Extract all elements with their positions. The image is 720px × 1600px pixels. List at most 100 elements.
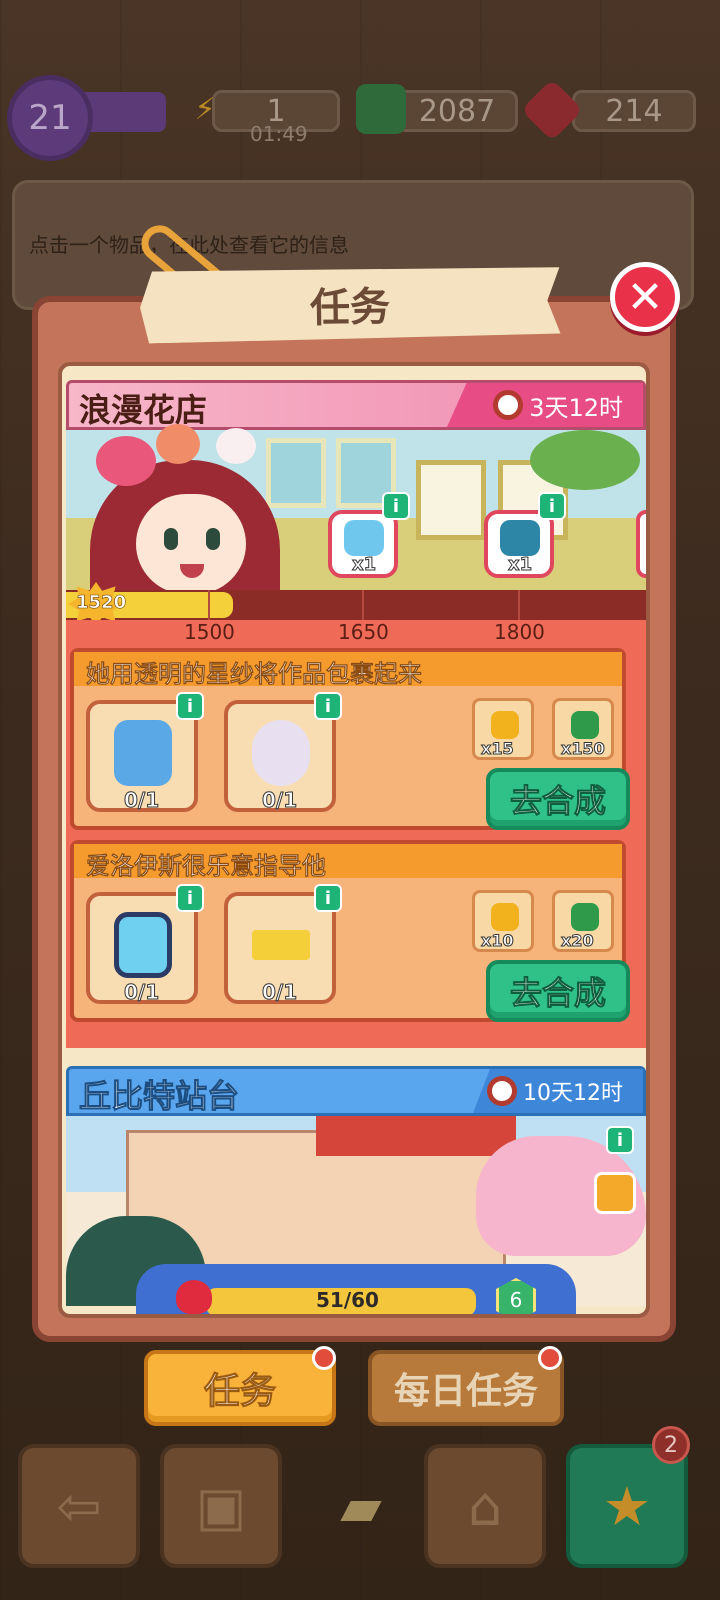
treasure-chest-icon [500,520,540,556]
quest-time-left: 10天12时 [523,1081,623,1106]
milestone-labels: 1500 1650 1800 [66,620,646,648]
tab-tasks[interactable]: 任务 [144,1350,336,1426]
task-reward: x20 [552,890,614,952]
close-button[interactable]: ✕ [610,262,680,332]
quest-time-left: 3天12时 [529,393,623,422]
progress-tick [518,590,520,620]
info-icon[interactable]: i [606,1126,634,1154]
go-merge-button[interactable]: 去合成 [486,960,630,1022]
task-title-bar: 爱洛伊斯很乐意指导他 [74,844,622,880]
quest-title: 丘比特站台 [78,1077,240,1116]
go-merge-button[interactable]: 去合成 [486,768,630,830]
gems-counter[interactable]: 214 [572,90,696,132]
task-card: 她用透明的星纱将作品包裹起来 0/1 i 0/1 i x15 x150 去合成 [70,648,630,830]
lily-flower [216,428,256,464]
progress-value: 1520 [76,592,127,614]
milestone-reward-1800[interactable]: x1 [484,510,554,578]
info-icon[interactable]: i [314,884,342,912]
task-title: 她用透明的星纱将作品包裹起来 [86,660,422,688]
window [266,438,326,508]
rose-flower [156,424,200,464]
clock-icon [487,1076,517,1106]
milestone-1800: 1800 [494,620,545,644]
milestone-1650: 1650 [338,620,389,644]
reward-qty: x150 [561,739,606,759]
progress-tick [362,590,364,620]
info-icon[interactable]: i [314,692,342,720]
clock-icon [493,390,524,420]
milestone-reward-next[interactable] [636,510,646,578]
task-title: 爱洛伊斯很乐意指导他 [86,852,326,880]
level-badge[interactable]: 21 [12,80,88,156]
flower-bouquet-icon [252,720,310,786]
quest-timer: 3天12时 [447,383,643,427]
progress-tick [208,590,210,620]
task-reward: x10 [472,890,534,952]
quest-task-list: 她用透明的星纱将作品包裹起来 0/1 i 0/1 i x15 x150 去合成 … [66,648,646,1048]
picture-frame [416,460,486,540]
task-card: 爱洛伊斯很乐意指导他 0/1 i 0/1 i x10 x20 去合成 [70,840,630,1022]
cash-counter[interactable]: 2087 [396,90,518,132]
backpack-button[interactable]: ▣ [160,1444,282,1568]
notification-dot [538,1346,562,1370]
back-arrow-icon: ⇦ [56,1474,102,1538]
back-button[interactable]: ⇦ [18,1444,140,1568]
sunglasses-icon [114,912,172,978]
notification-dot [312,1346,336,1370]
info-icon[interactable]: i [176,884,204,912]
flower-shop-scene: x1 i x1 i [66,424,646,600]
info-icon[interactable]: i [176,692,204,720]
tasks-scroll-area[interactable]: 浪漫花店 3天12时 x1 i x1 i 1520 1500 1650 1800… [58,362,650,1318]
cash-icon [571,711,599,739]
caution-tape-item[interactable]: ▰ [300,1444,422,1568]
eye [206,528,220,550]
quest-card-cupid-station[interactable]: 丘比特站台 10天12时 i 51/60 6 [66,1066,646,1314]
quest-header: 丘比特站台 10天12时 [66,1066,646,1116]
reward-qty: x15 [481,739,515,759]
star-icon: ★ [602,1474,652,1538]
reward-qty: x20 [561,931,595,951]
tab-daily-tasks[interactable]: 每日任务 [368,1350,564,1426]
spray-bottle-icon [114,720,172,786]
info-icon[interactable]: i [538,492,566,520]
cash-icon [571,903,599,931]
cash-value: 2087 [418,93,496,129]
quest-title: 浪漫花店 [79,391,208,429]
info-icon[interactable]: i [382,492,410,520]
milestone-reward-1650[interactable]: x1 [328,510,398,578]
tasks-modal: 浪漫花店 3天12时 x1 i x1 i 1520 1500 1650 1800… [32,296,676,1342]
heart-progress-value: 51/60 [316,1288,379,1312]
caution-tape-icon: ▰ [340,1474,382,1538]
trophy-icon[interactable] [594,1172,636,1214]
star-count-badge: 2 [652,1426,690,1464]
shop-basket-button[interactable]: ⌂ [424,1444,546,1568]
quest-header-flower-shop: 浪漫花店 3天12时 [66,380,646,430]
roof [316,1116,516,1156]
basket-icon: ⌂ [467,1474,503,1538]
energy-timer: 01:49 [250,122,308,146]
character-face [136,494,246,594]
task-reward: x15 [472,698,534,760]
ruby-icon [520,78,584,142]
quest-progress-bar [66,590,646,620]
milestone-1500: 1500 [184,620,235,644]
reward-qty: x1 [351,554,377,576]
lightning-icon: ⚡ [194,91,216,127]
item-count: 0/1 [123,788,160,813]
scissors-icon [344,520,384,556]
item-count: 0/1 [261,788,298,813]
caution-tape-icon [252,930,310,960]
reward-qty: x10 [481,931,515,951]
gold-rose-icon [491,711,519,739]
rose-flower [96,436,156,486]
top-hud: 21 1 ⚡ 01:49 2087 214 [0,78,720,156]
task-reward: x150 [552,698,614,760]
plant [530,430,640,490]
cash-stack-icon [356,84,406,134]
mouth [180,564,204,578]
modal-title: 任务 [139,264,560,343]
item-count: 0/1 [123,980,160,1005]
task-title-bar: 她用透明的星纱将作品包裹起来 [74,652,622,688]
item-count: 0/1 [261,980,298,1005]
backpack-icon: ▣ [195,1474,247,1538]
